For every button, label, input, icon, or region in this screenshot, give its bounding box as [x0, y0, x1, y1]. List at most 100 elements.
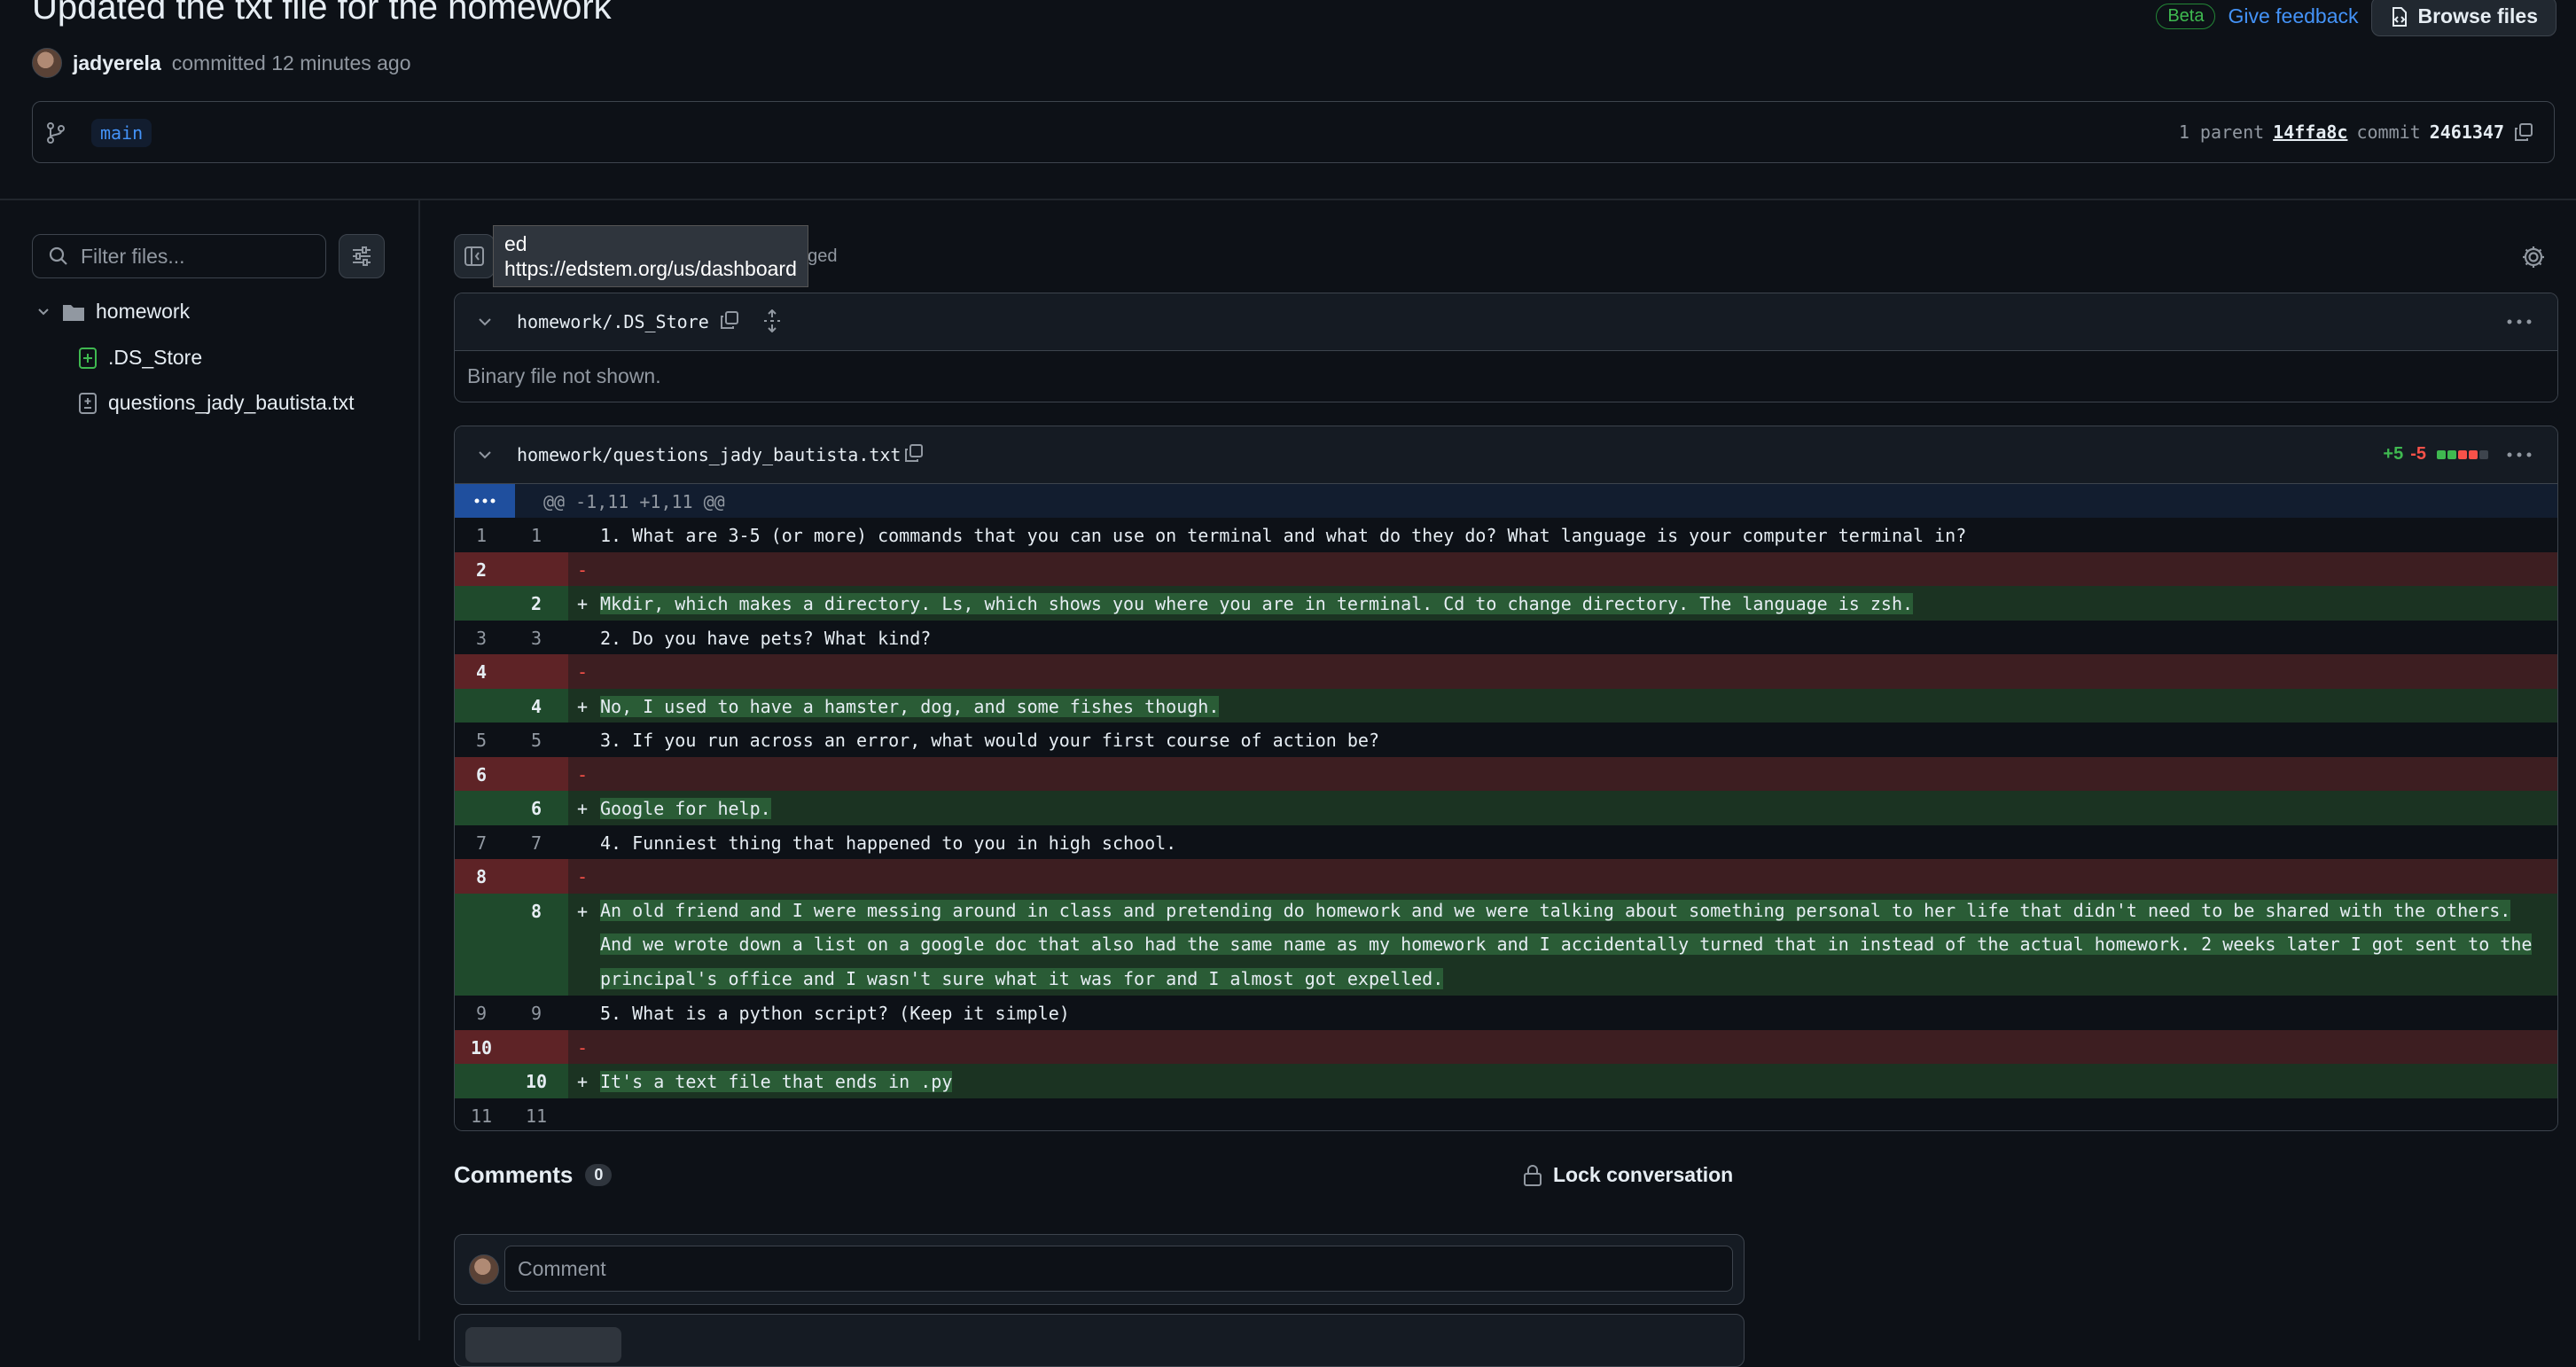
old-line-number[interactable]: 5 — [455, 730, 508, 751]
commit-meta: 1 parent 14ffa8c commit 2461347 — [2179, 121, 2534, 143]
expand-all-icon[interactable] — [761, 309, 783, 332]
diff-line-removed: 2- — [455, 551, 2557, 586]
new-line-number[interactable]: 2 — [510, 593, 563, 614]
comment-editor-box — [454, 1314, 1745, 1367]
new-line-number[interactable]: 8 — [510, 901, 563, 922]
additions-count: +5 — [2383, 444, 2404, 464]
gear-icon[interactable] — [2521, 245, 2546, 269]
code-text: An old friend and I were messing around … — [600, 894, 2533, 996]
old-line-number[interactable]: 2 — [455, 559, 508, 581]
added-text-highlight: No, I used to have a hamster, dog, and s… — [600, 695, 1220, 717]
new-line-number[interactable]: 4 — [510, 696, 563, 717]
user-avatar — [469, 1254, 499, 1285]
branch-name[interactable]: main — [91, 119, 152, 147]
new-line-number[interactable]: 5 — [510, 730, 563, 751]
diff-line-context: 5 5 3. If you run across an error, what wo… — [455, 723, 2557, 757]
file-header: homework/questions_jady_bautista.txt +5 … — [455, 426, 2557, 484]
write-tab[interactable] — [465, 1327, 621, 1363]
more-options-icon[interactable] — [2506, 311, 2533, 332]
added-text-highlight: Mkdir, which makes a directory. Ls, whic… — [600, 593, 1914, 614]
tree-file-questions[interactable]: questions_jady_bautista.txt — [78, 391, 354, 415]
comments-title: Comments — [454, 1161, 574, 1188]
copy-icon[interactable] — [719, 309, 740, 331]
comment-input[interactable] — [504, 1246, 1733, 1292]
toggle-file-tree-button[interactable] — [454, 234, 495, 278]
tree-folder-homework[interactable]: homework — [35, 300, 190, 324]
code-text: Mkdir, which makes a directory. Ls, whic… — [600, 593, 1914, 614]
copy-icon[interactable] — [903, 442, 925, 464]
code-text: 2. Do you have pets? What kind? — [600, 627, 932, 649]
give-feedback-link[interactable]: Give feedback — [2228, 4, 2358, 28]
new-line-number[interactable]: 10 — [510, 1071, 563, 1092]
diff-sign: + — [577, 1071, 589, 1092]
file-diff-questions: homework/questions_jady_bautista.txt +5 … — [454, 426, 2558, 1131]
commit-sha: 2461347 — [2429, 121, 2504, 143]
filter-files-input[interactable] — [79, 243, 313, 269]
diff-sign: - — [577, 661, 589, 683]
old-line-number[interactable]: 9 — [455, 1003, 508, 1024]
diff-sign: - — [577, 763, 589, 785]
chevron-down-icon[interactable] — [476, 446, 494, 464]
committed-time: committed 12 minutes ago — [171, 51, 411, 74]
file-name: .DS_Store — [108, 346, 203, 369]
filter-options-button[interactable] — [339, 234, 385, 278]
code-text: 1. What are 3-5 (or more) commands that … — [600, 525, 1967, 546]
chevron-down-icon[interactable] — [476, 313, 494, 331]
old-line-number[interactable]: 8 — [455, 866, 508, 887]
search-icon — [49, 246, 68, 266]
parent-label: 1 parent — [2178, 121, 2265, 143]
file-path[interactable]: homework/.DS_Store — [517, 311, 709, 332]
author-avatar[interactable] — [32, 48, 62, 78]
code-text: Google for help. — [600, 798, 771, 819]
comments-heading: Comments 0 — [454, 1161, 613, 1189]
commit-byline: jadyerela committed 12 minutes ago — [32, 48, 411, 78]
commit-title: Updated the txt file for the homework — [32, 0, 612, 27]
new-line-number[interactable]: 1 — [510, 525, 563, 546]
diff-line-added: 6 + Google for help. — [455, 791, 2557, 825]
beta-badge: Beta — [2156, 4, 2216, 29]
tree-file-ds-store[interactable]: .DS_Store — [78, 346, 202, 370]
diff-line-removed: 8- — [455, 859, 2557, 894]
filter-files-field[interactable] — [32, 234, 326, 278]
new-line-number[interactable]: 11 — [510, 1105, 563, 1127]
author-link[interactable]: jadyerela — [73, 51, 161, 75]
deletions-count: -5 — [2410, 444, 2426, 464]
old-line-number[interactable]: 11 — [455, 1105, 508, 1127]
code-text: 5. What is a python script? (Keep it sim… — [600, 1003, 1070, 1024]
sliders-icon — [351, 246, 372, 266]
hunk-header: @@ -1,11 +1,11 @@ — [455, 484, 2557, 518]
expand-hunk-button[interactable] — [455, 484, 515, 518]
new-line-number[interactable]: 9 — [510, 1003, 563, 1024]
diff-line-added: 4 + No, I used to have a hamster, dog, and… — [455, 688, 2557, 723]
new-line-number[interactable]: 7 — [510, 832, 563, 854]
diff-line-context: 11 11 — [455, 1098, 2557, 1130]
header-divider — [0, 199, 2576, 200]
old-line-number[interactable]: 3 — [455, 628, 508, 649]
diff-sign: - — [577, 559, 589, 581]
old-line-number[interactable]: 6 — [455, 764, 508, 785]
code-text: 3. If you run across an error, what woul… — [600, 730, 1379, 751]
added-text-highlight: An old friend and I were messing around … — [600, 899, 2533, 989]
old-line-number[interactable]: 7 — [455, 832, 508, 854]
browse-files-button[interactable]: Browse files — [2370, 0, 2556, 36]
lock-conversation-button[interactable]: Lock conversation — [1523, 1163, 1733, 1187]
old-line-number[interactable]: 1 — [455, 525, 508, 546]
file-header: homework/.DS_Store — [455, 293, 2557, 351]
file-path[interactable]: homework/questions_jady_bautista.txt — [517, 444, 901, 465]
more-options-icon[interactable] — [2506, 444, 2533, 465]
browse-files-label: Browse files — [2417, 4, 2539, 27]
folder-name: homework — [96, 300, 191, 323]
new-line-number[interactable]: 3 — [510, 628, 563, 649]
diff-sign: + — [577, 900, 589, 922]
added-text-highlight: Google for help. — [600, 798, 771, 819]
copy-icon[interactable] — [2513, 121, 2534, 143]
diff-line-removed: 10 - — [455, 1029, 2557, 1064]
file-name: questions_jady_bautista.txt — [108, 391, 355, 414]
parent-sha-link[interactable]: 14ffa8c — [2273, 121, 2347, 143]
code-text: No, I used to have a hamster, dog, and s… — [600, 695, 1220, 717]
new-line-number[interactable]: 6 — [510, 798, 563, 819]
lock-icon — [1523, 1164, 1542, 1187]
old-line-number[interactable]: 4 — [455, 661, 508, 683]
comment-composer — [454, 1234, 1745, 1305]
old-line-number[interactable]: 10 — [455, 1037, 508, 1058]
